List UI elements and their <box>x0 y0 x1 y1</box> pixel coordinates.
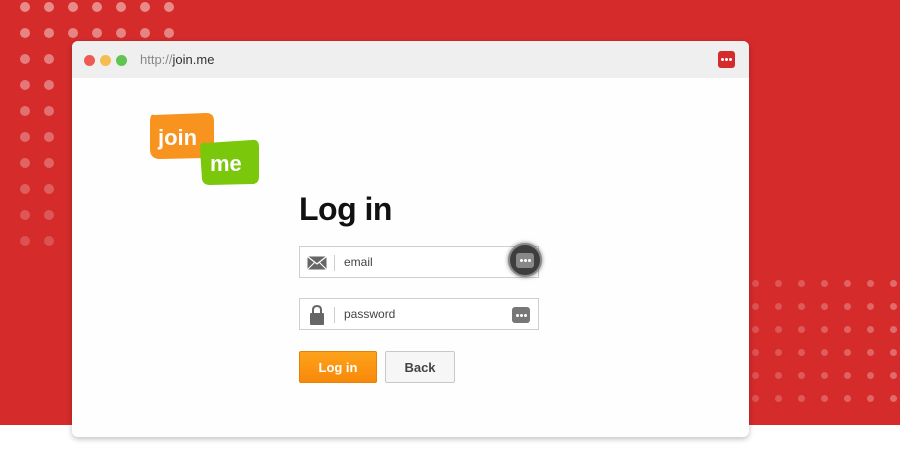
dot <box>775 280 782 287</box>
email-field[interactable] <box>299 246 539 278</box>
dot <box>140 28 150 38</box>
maximize-window-button[interactable] <box>116 55 127 66</box>
dot <box>821 326 828 333</box>
dot <box>821 280 828 287</box>
dot <box>20 106 30 116</box>
page-title: Log in <box>299 191 392 227</box>
dot <box>752 349 759 356</box>
dot <box>752 395 759 402</box>
login-button[interactable]: Log in <box>299 351 377 383</box>
dot <box>844 349 851 356</box>
dot <box>164 2 174 12</box>
envelope-icon <box>306 253 328 273</box>
field-separator <box>334 255 335 271</box>
password-field[interactable] <box>299 298 539 330</box>
dot <box>44 28 54 38</box>
close-window-button[interactable] <box>84 55 95 66</box>
dot <box>44 2 54 12</box>
dot <box>798 280 805 287</box>
dot <box>775 372 782 379</box>
url-domain: join.me <box>172 52 215 67</box>
back-button[interactable]: Back <box>385 351 455 383</box>
dot <box>92 2 102 12</box>
minimize-window-button[interactable] <box>100 55 111 66</box>
dot <box>867 372 874 379</box>
dot <box>890 395 897 402</box>
dot <box>821 372 828 379</box>
dot <box>844 395 851 402</box>
dot <box>844 303 851 310</box>
dot <box>890 349 897 356</box>
dot <box>752 372 759 379</box>
dot <box>20 28 30 38</box>
dot <box>20 54 30 64</box>
dot <box>752 280 759 287</box>
dot <box>44 106 54 116</box>
dot <box>68 2 78 12</box>
dot <box>775 349 782 356</box>
password-input[interactable] <box>344 304 504 324</box>
dot <box>821 349 828 356</box>
dot <box>798 326 805 333</box>
dot <box>116 28 126 38</box>
dot <box>798 395 805 402</box>
dot <box>867 326 874 333</box>
dot <box>92 28 102 38</box>
field-separator <box>334 307 335 323</box>
dot <box>164 28 174 38</box>
dot <box>890 372 897 379</box>
dot <box>798 349 805 356</box>
dot <box>44 184 54 194</box>
url-protocol: http:// <box>140 52 173 67</box>
dot <box>867 303 874 310</box>
logo-word-me: me <box>210 151 242 176</box>
dot <box>844 372 851 379</box>
dot <box>752 326 759 333</box>
lastpass-fill-button[interactable] <box>508 243 542 277</box>
browser-titlebar: http://join.me <box>72 41 749 78</box>
dot <box>68 28 78 38</box>
dot <box>867 280 874 287</box>
dot <box>867 395 874 402</box>
dot <box>821 395 828 402</box>
dot <box>20 2 30 12</box>
email-input[interactable] <box>344 252 504 272</box>
dot <box>44 158 54 168</box>
dot <box>798 303 805 310</box>
joinme-logo: join me <box>150 113 259 185</box>
dot <box>890 303 897 310</box>
logo-word-join: join <box>157 125 197 150</box>
dot <box>20 184 30 194</box>
address-bar[interactable]: http://join.me <box>140 52 214 67</box>
dot <box>890 280 897 287</box>
lastpass-icon[interactable] <box>512 307 530 323</box>
dot <box>844 280 851 287</box>
dot <box>775 395 782 402</box>
dot <box>20 132 30 142</box>
dot <box>20 80 30 90</box>
dot <box>44 132 54 142</box>
dot <box>844 326 851 333</box>
dot <box>775 326 782 333</box>
dot <box>798 372 805 379</box>
dot <box>140 2 150 12</box>
dot <box>775 303 782 310</box>
dot <box>890 326 897 333</box>
dot <box>821 303 828 310</box>
dot <box>20 210 30 220</box>
dot <box>44 54 54 64</box>
dot <box>867 349 874 356</box>
dot <box>116 2 126 12</box>
dot <box>44 210 54 220</box>
dot <box>20 236 30 246</box>
dot <box>20 158 30 168</box>
browser-window: http://join.me join me Log in Log in Bac… <box>72 41 749 437</box>
dot <box>44 80 54 90</box>
lastpass-icon[interactable] <box>718 51 735 68</box>
dot <box>44 236 54 246</box>
dot <box>752 303 759 310</box>
lock-icon <box>306 305 328 325</box>
